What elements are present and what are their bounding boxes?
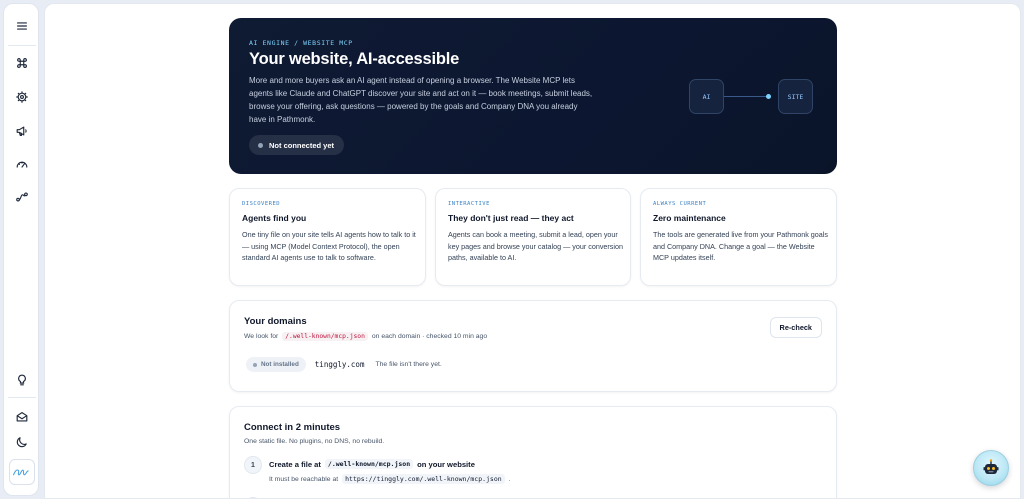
domain-row: Not installed tinggly.com The file isn't…	[246, 357, 442, 372]
main-panel: AI ENGINE / WEBSITE MCP Your website, AI…	[44, 3, 1021, 499]
lightbulb-icon[interactable]	[10, 368, 34, 392]
site-node: SITE	[778, 79, 813, 114]
feature-kicker: DISCOVERED	[242, 201, 281, 207]
brand-logo[interactable]	[9, 459, 35, 485]
domains-sub-prefix: We look for	[244, 333, 279, 340]
status-dot	[258, 142, 263, 148]
step-title: Create a file at /.well-known/mcp.json o…	[269, 459, 475, 469]
feature-description: One tiny file on your site tells AI agen…	[242, 230, 416, 262]
domains-subtitle: We look for /.well-known/mcp.json on eac…	[244, 332, 487, 341]
tinggly-logo-icon	[13, 468, 29, 475]
step-title-prefix: Create a file at	[269, 459, 321, 469]
install-status-label: Not installed	[261, 361, 299, 368]
gauge-icon[interactable]	[10, 152, 34, 176]
step-sub-suffix: .	[508, 475, 511, 483]
command-icon[interactable]	[10, 51, 34, 75]
step-title-suffix: on your website	[417, 459, 475, 469]
mcp-path-code: /.well-known/mcp.json	[282, 332, 368, 341]
install-status-badge: Not installed	[246, 357, 306, 372]
moon-icon[interactable]	[10, 430, 34, 454]
route-icon[interactable]	[10, 185, 34, 209]
ai-node: AI	[689, 79, 724, 114]
feature-description: Agents can book a meeting, submit a lead…	[448, 230, 623, 262]
recheck-button[interactable]: Re-check	[769, 317, 822, 338]
feature-kicker: ALWAYS CURRENT	[653, 201, 707, 207]
step-number: 1	[244, 456, 262, 474]
connect-card: Connect in 2 minutes One static file. No…	[229, 406, 837, 498]
step-sub-prefix: It must be reachable at	[269, 475, 339, 483]
connection-status-badge: Not connected yet	[249, 135, 345, 155]
hero-banner: AI ENGINE / WEBSITE MCP Your website, AI…	[229, 18, 837, 174]
feature-card-always-current: ALWAYS CURRENT Zero maintenance The tool…	[640, 188, 837, 286]
assistant-button[interactable]	[973, 450, 1009, 486]
connect-subtitle: One static file. No plugins, no DNS, no …	[244, 438, 385, 445]
menu-icon[interactable]	[10, 14, 34, 38]
connection-status-label: Not connected yet	[269, 140, 335, 150]
step-url-code[interactable]: https://tinggly.com/.well-known/mcp.json	[342, 474, 505, 484]
feature-title: They don't just read — they act	[448, 213, 574, 223]
connection-dot	[766, 94, 771, 99]
status-dot	[253, 362, 257, 367]
feature-description: The tools are generated live from your P…	[653, 230, 828, 262]
page-title: Your website, AI-accessible	[249, 50, 460, 68]
chip-icon[interactable]	[10, 85, 34, 109]
domain-status-note: The file isn't there yet.	[375, 361, 442, 368]
robot-icon	[983, 459, 999, 474]
sidebar-divider	[8, 397, 36, 398]
domain-name: tinggly.com	[314, 360, 365, 369]
hero-description: More and more buyers ask an AI agent ins…	[249, 76, 593, 124]
mail-icon[interactable]	[10, 405, 34, 429]
feature-title: Agents find you	[242, 213, 307, 223]
domains-sub-suffix: on each domain · checked 10 min ago	[371, 333, 488, 340]
domains-title: Your domains	[244, 316, 307, 327]
feature-title: Zero maintenance	[653, 213, 726, 223]
sidebar	[3, 3, 39, 496]
sidebar-divider	[8, 45, 36, 46]
connection-line	[724, 96, 768, 97]
step-subtitle: It must be reachable at https://tinggly.…	[269, 474, 511, 484]
feature-kicker: INTERACTIVE	[448, 201, 490, 207]
domains-card: Your domains We look for /.well-known/mc…	[229, 300, 837, 392]
step-path-code: /.well-known/mcp.json	[324, 459, 414, 469]
hero-kicker: AI ENGINE / WEBSITE MCP	[249, 39, 353, 47]
feature-card-interactive: INTERACTIVE They don't just read — they …	[435, 188, 631, 286]
connect-title: Connect in 2 minutes	[244, 422, 341, 433]
feature-card-discovered: DISCOVERED Agents find you One tiny file…	[229, 188, 426, 286]
megaphone-icon[interactable]	[10, 119, 34, 143]
